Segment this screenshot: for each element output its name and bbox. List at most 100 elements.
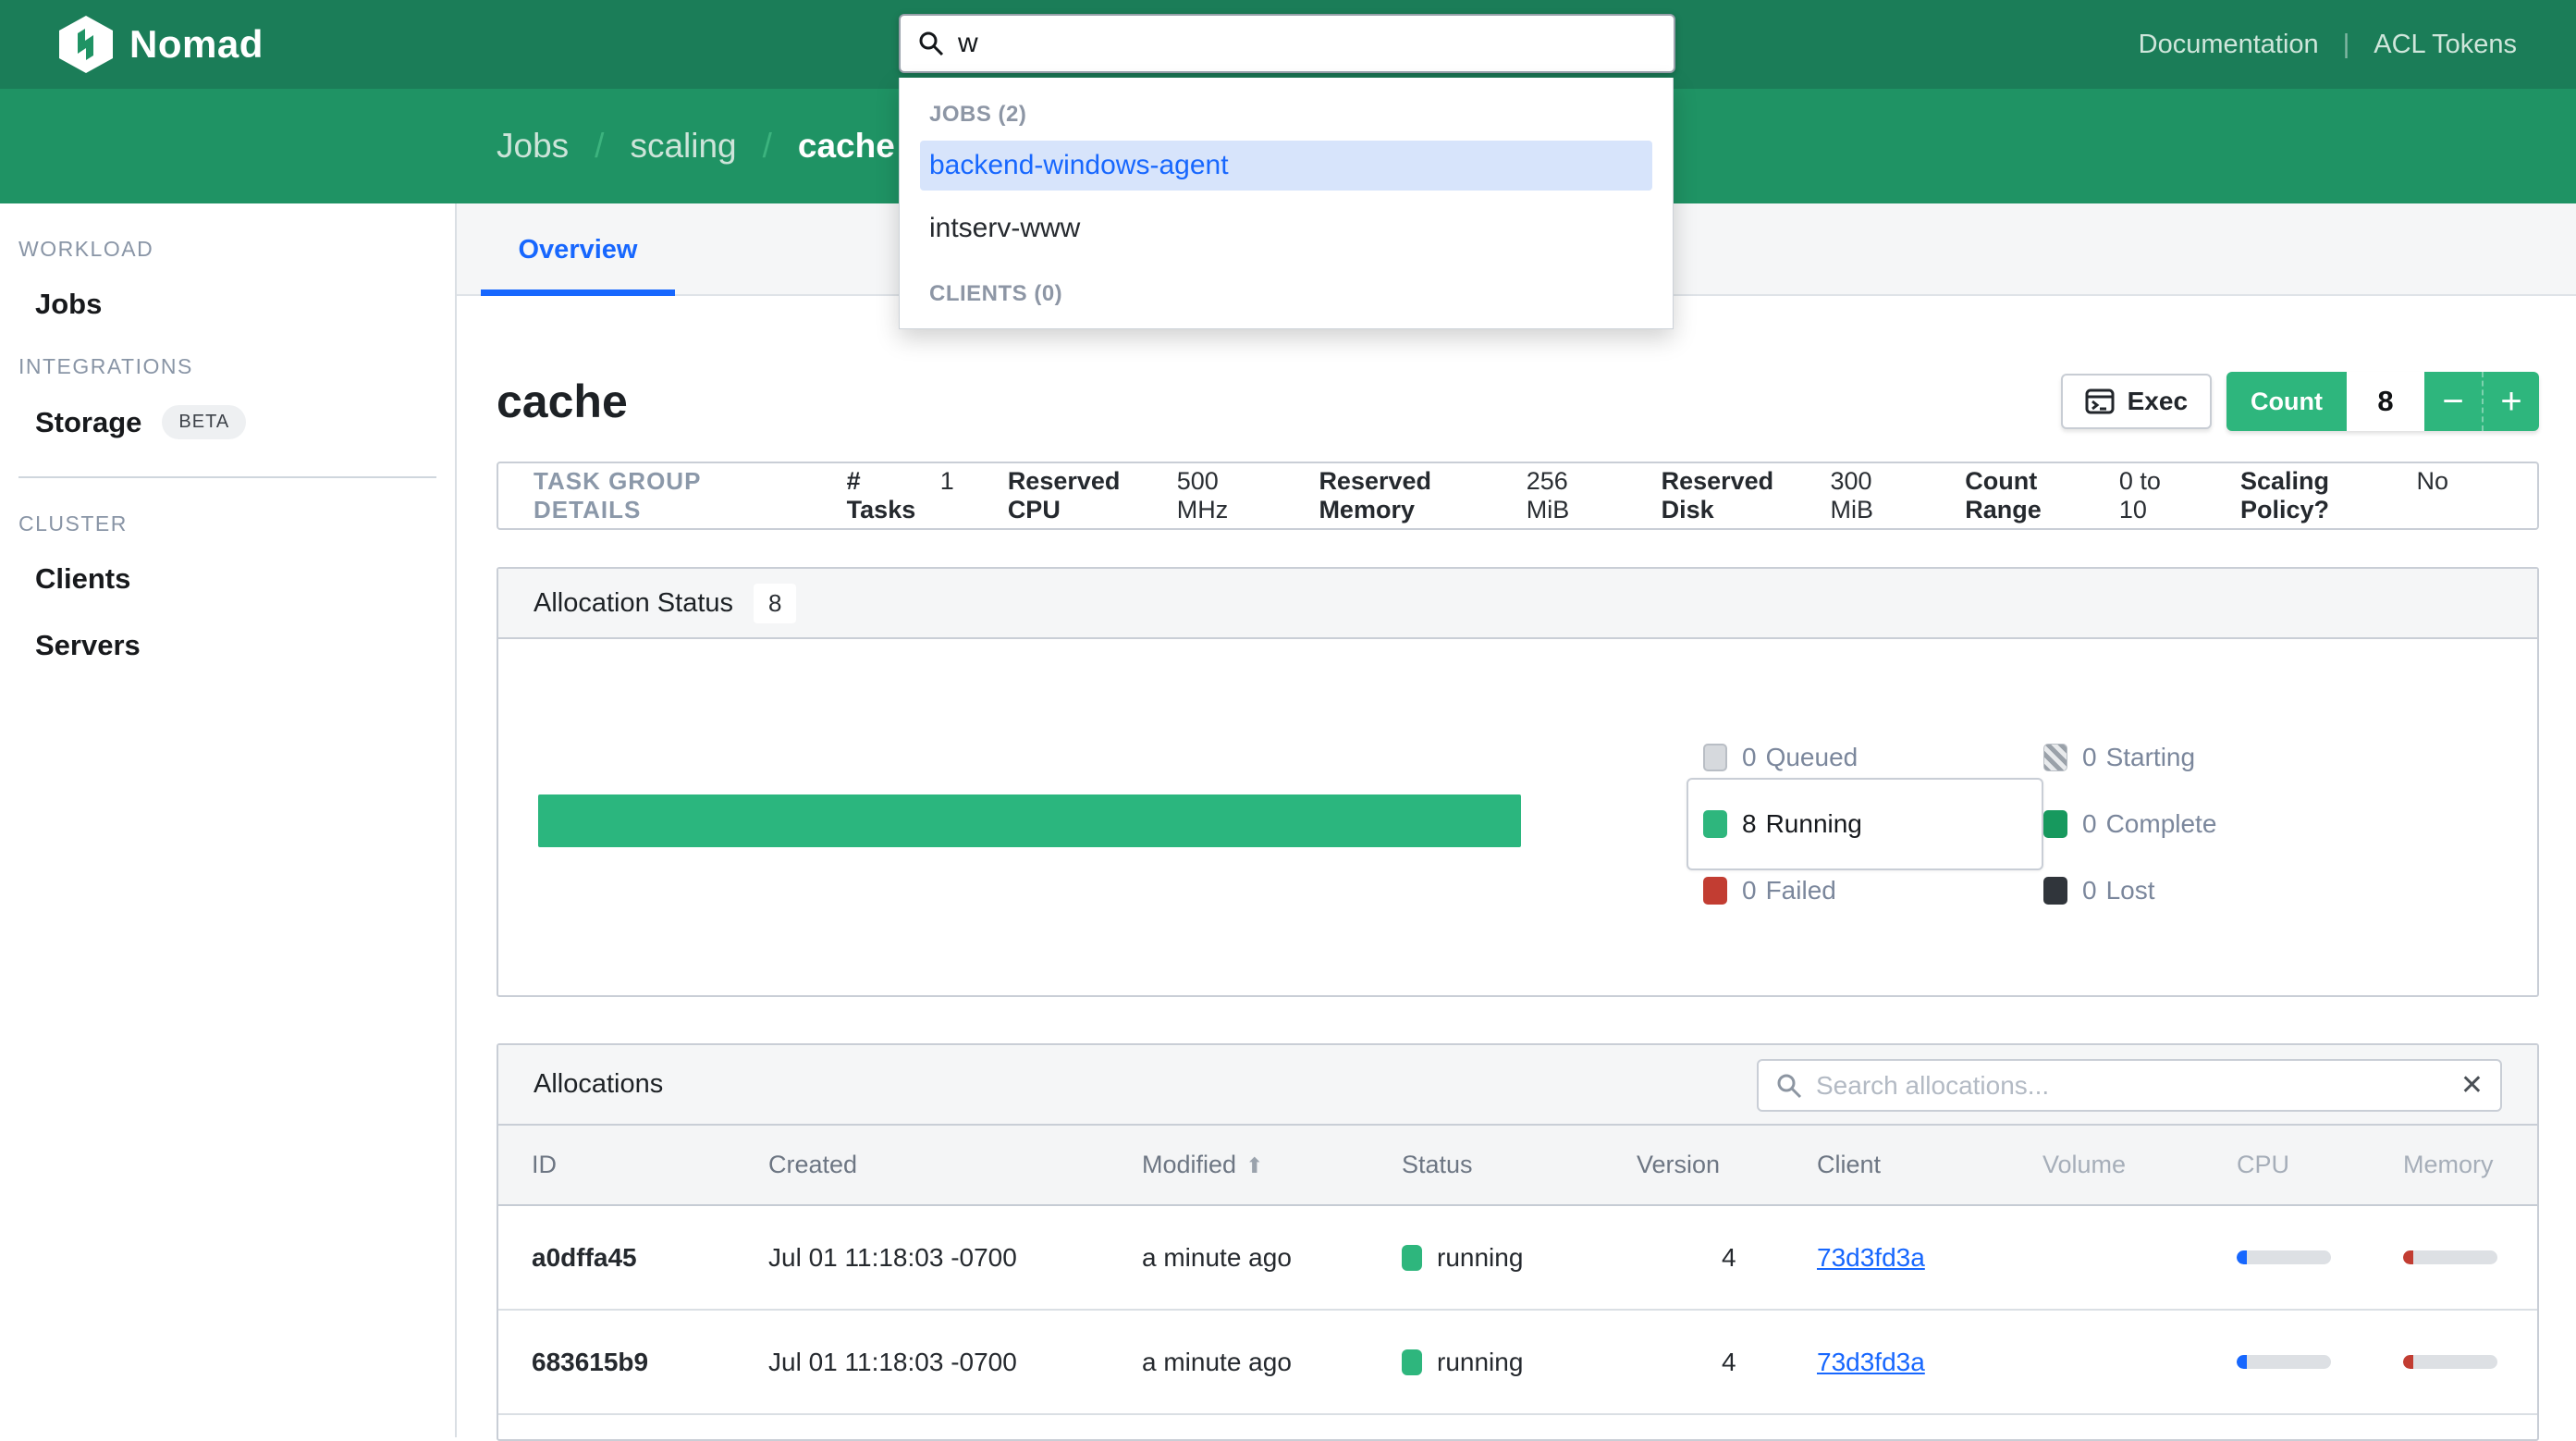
legend-count: 0: [2082, 809, 2097, 839]
fact-label: Reserved CPU: [1008, 467, 1160, 524]
col-client[interactable]: Client: [1817, 1151, 2042, 1179]
breadcrumb-separator: /: [595, 127, 604, 166]
beta-badge: BETA: [162, 405, 246, 439]
breadcrumb: Jobs / scaling / cache: [497, 89, 895, 203]
starting-swatch-icon: [2043, 744, 2067, 771]
sidebar: WORKLOAD Jobs INTEGRATIONS Storage BETA …: [0, 203, 457, 1437]
nomad-logo-icon: [59, 16, 113, 73]
client-link[interactable]: 73d3fd3a: [1817, 1348, 1925, 1376]
count-decrement-button[interactable]: −: [2424, 372, 2482, 431]
complete-swatch-icon: [2043, 810, 2067, 838]
breadcrumb-separator: /: [763, 127, 772, 166]
exec-button[interactable]: Exec: [2061, 374, 2212, 429]
fact-value: No: [2416, 467, 2448, 496]
legend-starting[interactable]: 0 Starting: [2043, 724, 2384, 791]
legend-running[interactable]: 8 Running: [1687, 778, 2043, 870]
sidebar-item-storage[interactable]: Storage BETA: [35, 405, 455, 439]
top-nav: Nomad Documentation | ACL Tokens: [0, 0, 2576, 89]
alloc-created: Jul 01 11:18:03 -0700: [768, 1243, 1142, 1273]
sidebar-item-servers[interactable]: Servers: [35, 629, 455, 662]
sidebar-item-clients[interactable]: Clients: [35, 562, 455, 596]
memory-meter: [2403, 1355, 2497, 1369]
top-links: Documentation | ACL Tokens: [2139, 0, 2517, 89]
legend-count: 8: [1742, 809, 1757, 839]
col-memory: Memory: [2403, 1151, 2539, 1179]
legend-complete[interactable]: 0 Complete: [2043, 791, 2384, 857]
sidebar-item-label: Storage: [35, 406, 141, 439]
legend-lost[interactable]: 0 Lost: [2043, 857, 2384, 924]
allocation-status-title: Allocation Status: [534, 588, 733, 619]
fact-label: Scaling Policy?: [2240, 467, 2400, 524]
count-stepper: Count 8 − +: [2226, 372, 2539, 431]
legend-label: Complete: [2106, 809, 2217, 839]
allocation-row[interactable]: a0dffa45 Jul 01 11:18:03 -0700 a minute …: [498, 1206, 2537, 1311]
fact-value: 0 to 10: [2119, 467, 2187, 524]
fact-value: 300 MiB: [1830, 467, 1911, 524]
fact-reserved-cpu: Reserved CPU 500 MHz: [1008, 467, 1266, 524]
count-increment-button[interactable]: +: [2482, 372, 2539, 431]
col-volume: Volume: [2042, 1151, 2237, 1179]
fact-scaling-policy: Scaling Policy? No: [2240, 467, 2448, 524]
fact-label: Reserved Memory: [1319, 467, 1509, 524]
running-status-icon: [1402, 1349, 1422, 1375]
breadcrumb-scaling[interactable]: scaling: [630, 127, 736, 166]
alloc-id: a0dffa45: [498, 1243, 768, 1273]
sidebar-item-jobs[interactable]: Jobs: [35, 288, 455, 321]
page-head: cache Exec Count 8 − +: [497, 366, 2539, 437]
alloc-id: 683615b9: [498, 1348, 768, 1377]
sidebar-section-integrations: INTEGRATIONS: [18, 354, 455, 379]
tab-overview[interactable]: Overview: [481, 203, 675, 296]
running-swatch-icon: [1703, 810, 1727, 838]
exec-button-label: Exec: [2128, 387, 2188, 416]
acl-tokens-link[interactable]: ACL Tokens: [2374, 30, 2517, 60]
alloc-created: Jul 01 11:18:03 -0700: [768, 1348, 1142, 1377]
col-status[interactable]: Status: [1402, 1151, 1637, 1179]
legend-label: Queued: [1766, 743, 1858, 772]
global-search-input[interactable]: [958, 28, 1657, 59]
allocation-status-legend: 0 Queued 0 Starting 8 Running 0 Complete…: [1703, 724, 2384, 924]
alloc-modified: a minute ago: [1142, 1348, 1402, 1377]
allocations-panel: Allocations ✕ ID Created Modified⬆ Statu…: [497, 1043, 2539, 1441]
allocation-row[interactable]: 683615b9 Jul 01 11:18:03 -0700 a minute …: [498, 1311, 2537, 1415]
links-divider: |: [2343, 30, 2350, 60]
alloc-version: 4: [1637, 1243, 1817, 1273]
allocations-search-input[interactable]: [1816, 1071, 2460, 1101]
allocations-table-header: ID Created Modified⬆ Status Version Clie…: [498, 1126, 2537, 1206]
fact-value: 500 MHz: [1177, 467, 1266, 524]
dropdown-section-clients: CLIENTS (0): [929, 281, 1673, 307]
documentation-link[interactable]: Documentation: [2139, 30, 2319, 60]
breadcrumb-cache[interactable]: cache: [798, 127, 895, 166]
legend-label: Lost: [2106, 876, 2155, 905]
col-modified[interactable]: Modified⬆: [1142, 1151, 1402, 1179]
allocations-header: Allocations ✕: [498, 1045, 2537, 1126]
breadcrumb-jobs[interactable]: Jobs: [497, 127, 569, 166]
alloc-modified: a minute ago: [1142, 1243, 1402, 1273]
sidebar-item-label: Servers: [35, 629, 141, 662]
dropdown-item-backend-windows-agent[interactable]: backend-windows-agent: [920, 141, 1652, 191]
client-link[interactable]: 73d3fd3a: [1817, 1243, 1925, 1272]
legend-count: 0: [2082, 876, 2097, 905]
fact-label: # Tasks: [847, 467, 924, 524]
clear-search-icon[interactable]: ✕: [2460, 1069, 2484, 1102]
sidebar-section-cluster: CLUSTER: [18, 511, 455, 536]
fact-tasks: # Tasks 1: [847, 467, 954, 524]
legend-failed[interactable]: 0 Failed: [1703, 857, 2043, 924]
nomad-brand[interactable]: Nomad: [59, 0, 264, 89]
fact-reserved-disk: Reserved Disk 300 MiB: [1662, 467, 1912, 524]
fact-label: Count Range: [1965, 467, 2103, 524]
cpu-meter: [2237, 1250, 2331, 1264]
legend-count: 0: [1742, 743, 1757, 772]
allocation-status-header: Allocation Status 8: [498, 569, 2537, 639]
dropdown-item-intserv-www[interactable]: intserv-www: [920, 203, 1652, 253]
col-version[interactable]: Version: [1637, 1151, 1817, 1179]
cpu-meter: [2237, 1355, 2331, 1369]
col-id[interactable]: ID: [498, 1151, 768, 1179]
col-modified-label: Modified: [1142, 1151, 1236, 1178]
alloc-status: running: [1402, 1243, 1637, 1273]
sidebar-divider: [18, 476, 436, 478]
running-allocations-bar: [538, 794, 1521, 847]
col-created[interactable]: Created: [768, 1151, 1142, 1179]
allocations-search-box: ✕: [1757, 1059, 2502, 1112]
global-search-box: [899, 14, 1675, 73]
alloc-version: 4: [1637, 1348, 1817, 1377]
